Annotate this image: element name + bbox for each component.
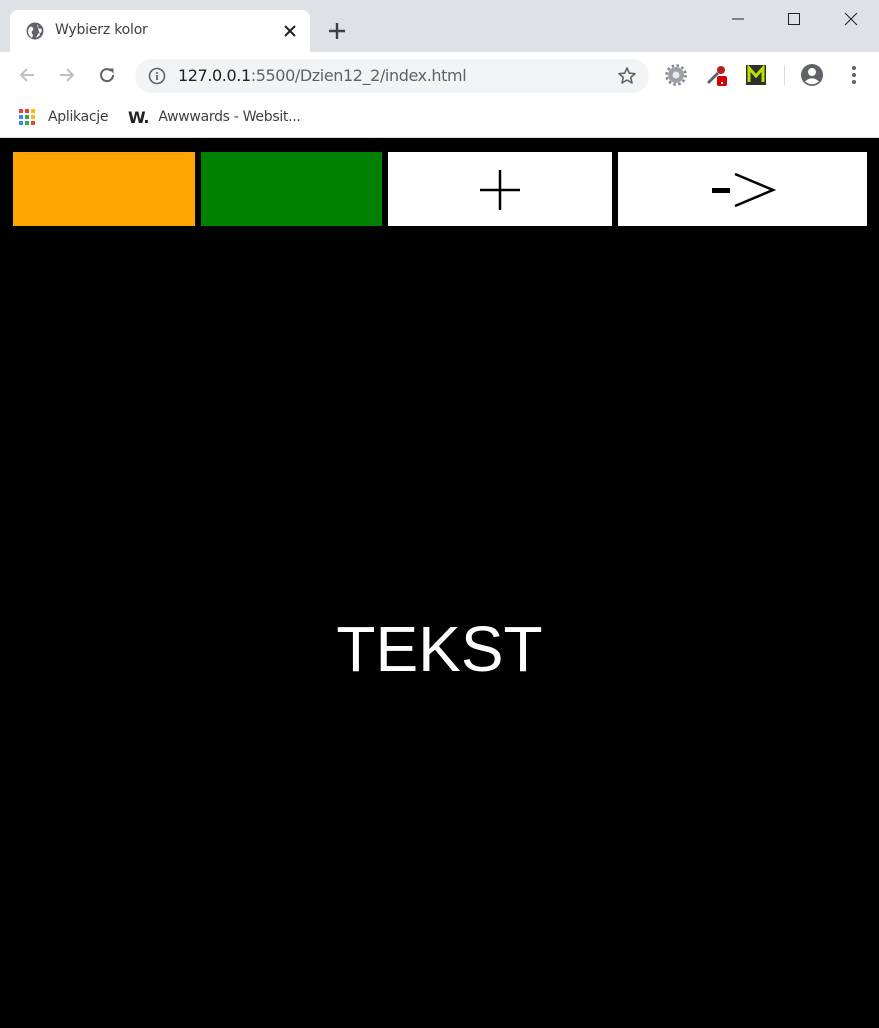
bookmarks-bar: Aplikacje W. Awwwards - Websit... [0,98,879,138]
more-menu-icon[interactable] [842,63,866,87]
next-button[interactable] [618,152,867,226]
arrow-right-icon [712,172,777,208]
info-icon[interactable] [148,67,166,85]
bookmark-star-icon[interactable] [617,66,637,86]
green-color-button[interactable] [201,152,382,226]
url-path: :5500/Dzien12_2/index.html [250,66,467,85]
browser-toolbar: 127.0.0.1:5500/Dzien12_2/index.html [0,52,879,98]
eyedropper-icon[interactable] [705,63,729,87]
bookmark-label: Aplikacje [48,109,109,125]
main-text: TEKST [336,613,543,685]
url-host: 127.0.0.1 [178,66,251,85]
new-tab-icon[interactable] [326,20,348,42]
browser-tab[interactable]: Wybierz kolor [10,10,310,52]
plus-icon [480,170,520,210]
minimize-icon[interactable] [725,6,751,32]
w-logo-icon: W. [128,107,149,127]
globe-icon [26,22,44,40]
toolbar-separator [784,65,785,85]
add-button[interactable] [388,152,612,226]
m-extension-icon[interactable] [744,63,768,87]
maximize-icon[interactable] [781,6,807,32]
gear-icon[interactable] [664,63,688,87]
tab-title: Wybierz kolor [55,22,148,38]
tab-strip: Wybierz kolor [0,0,879,52]
close-tab-icon[interactable] [282,23,298,39]
page-content: TEKST [0,139,879,1028]
profile-avatar-icon[interactable] [800,63,824,87]
close-window-icon[interactable] [838,6,864,32]
url-text[interactable]: 127.0.0.1:5500/Dzien12_2/index.html [178,66,467,85]
bookmark-awwwards[interactable]: W. Awwwards - Websit... [128,106,301,128]
bookmark-label: Awwwards - Websit... [158,109,301,125]
orange-color-button[interactable] [13,152,195,226]
back-arrow-icon[interactable] [16,64,38,86]
bookmark-apps[interactable]: Aplikacje [18,106,108,128]
reload-icon[interactable] [96,64,118,86]
forward-arrow-icon[interactable] [56,64,78,86]
apps-grid-icon [19,109,35,125]
address-bar[interactable]: 127.0.0.1:5500/Dzien12_2/index.html [135,59,649,93]
